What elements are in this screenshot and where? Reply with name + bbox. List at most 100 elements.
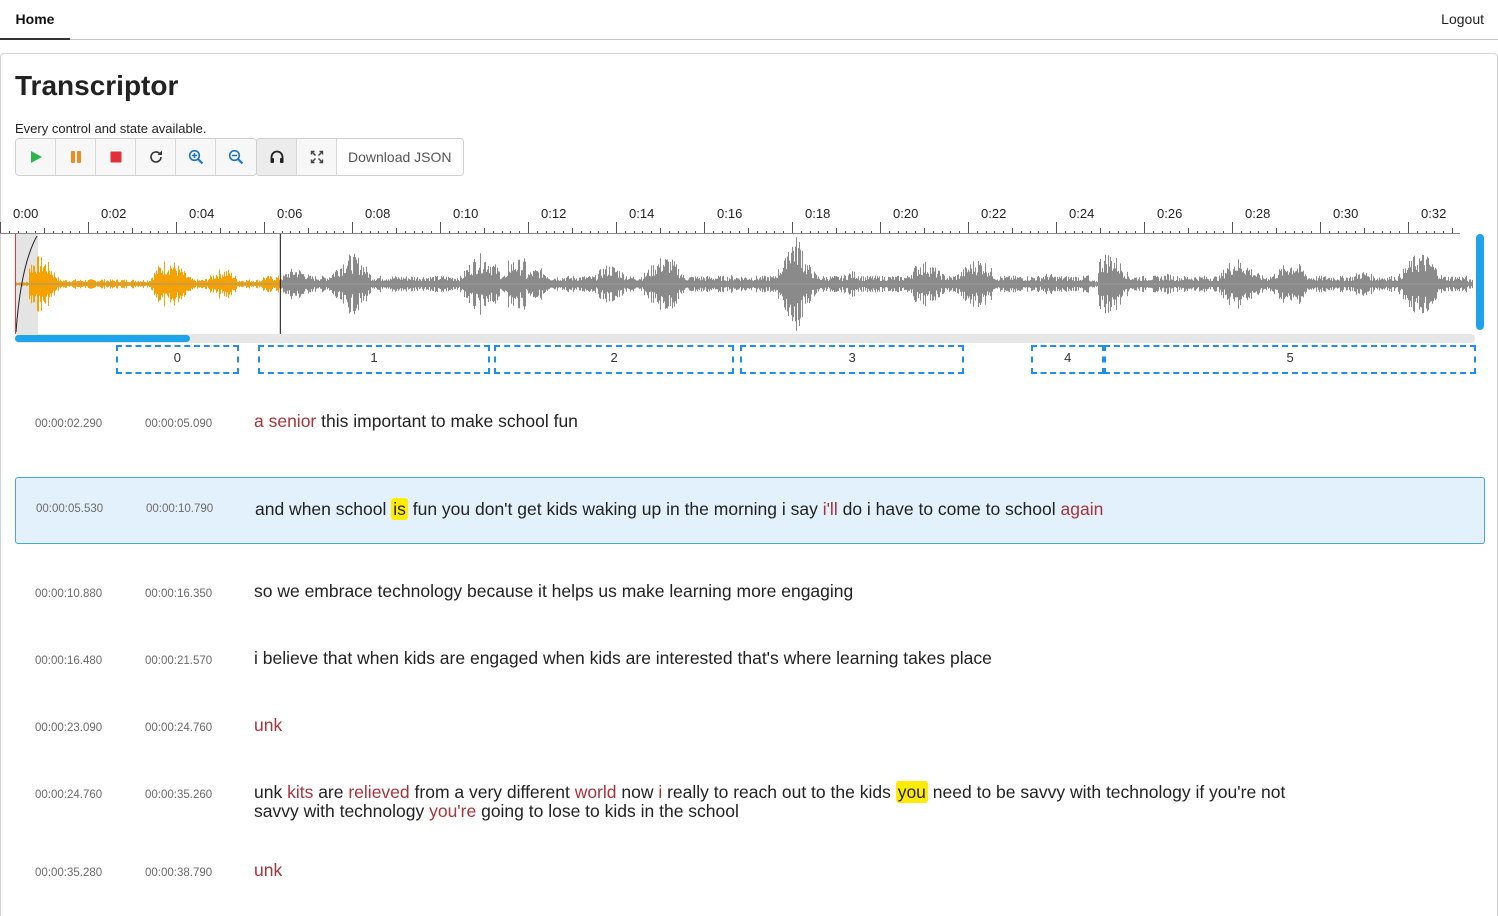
timeline-label: 0:04 — [189, 206, 215, 221]
word-text[interactable]: i believe that when kids are engaged whe… — [254, 648, 992, 668]
word-low-confidence[interactable]: kits — [287, 782, 313, 802]
timeline-label: 0:30 — [1333, 206, 1359, 221]
timeline-label: 0:26 — [1157, 206, 1183, 221]
transcript-row[interactable]: 00:00:16.480 00:00:21.570 i believe that w… — [15, 637, 1485, 681]
word-text[interactable]: really to reach out to the kids — [662, 782, 895, 802]
fullscreen-button[interactable] — [297, 139, 337, 175]
segment-end-time[interactable]: 00:00:21.570 — [145, 655, 212, 667]
playback-toolbar — [15, 138, 257, 176]
word-highlighted[interactable]: you — [895, 781, 928, 803]
segment-region[interactable]: 4 — [1030, 345, 1105, 374]
segment-end-time[interactable]: 00:00:38.790 — [145, 867, 212, 879]
nav-logout-link[interactable]: Logout — [1441, 0, 1484, 38]
transcript-row[interactable]: 00:00:10.880 00:00:16.350 so we embrace te… — [15, 570, 1485, 614]
word-text[interactable]: fun you don't get kids waking up in the … — [408, 499, 823, 519]
segment-text[interactable]: unk — [254, 861, 1329, 880]
fullscreen-icon — [310, 150, 323, 164]
waveform-vertical-scroll[interactable] — [1476, 234, 1484, 330]
transcript-row[interactable]: 00:00:23.090 00:00:24.760 unk — [15, 704, 1485, 748]
word-text[interactable]: and when school — [255, 499, 391, 519]
stop-icon — [110, 151, 121, 163]
word-low-confidence[interactable]: unk — [254, 860, 282, 880]
zoom-in-button[interactable] — [176, 139, 216, 175]
word-low-confidence[interactable]: world — [575, 782, 617, 802]
word-text[interactable]: do i have to come to school — [838, 499, 1061, 519]
segment-start-time[interactable]: 00:00:16.480 — [35, 655, 102, 667]
page-title: Transcriptor — [15, 70, 179, 101]
segment-end-time[interactable]: 00:00:05.090 — [145, 418, 212, 430]
word-low-confidence[interactable]: unk — [254, 715, 282, 735]
transcript-row-active[interactable]: 00:00:05.530 00:00:10.790 and when school … — [15, 477, 1485, 544]
transcript-row[interactable]: 00:00:35.280 00:00:38.790 unk — [15, 849, 1485, 893]
timeline-label: 0:22 — [981, 206, 1007, 221]
timeline-label: 0:24 — [1069, 206, 1095, 221]
headphones-button[interactable] — [257, 139, 297, 175]
segment-region[interactable]: 5 — [1104, 345, 1476, 374]
segment-start-time[interactable]: 00:00:10.880 — [35, 588, 102, 600]
word-highlighted[interactable]: is — [391, 498, 408, 520]
replay-button[interactable] — [136, 139, 176, 175]
word-text[interactable]: now — [617, 782, 659, 802]
waveform[interactable] — [15, 234, 1475, 334]
timeline-label: 0:10 — [453, 206, 479, 221]
word-low-confidence[interactable]: you're — [429, 801, 476, 821]
pause-button[interactable] — [56, 139, 96, 175]
word-low-confidence[interactable]: i'll — [823, 499, 838, 519]
transcript-row[interactable]: 00:00:02.290 00:00:05.090 a senior this im… — [15, 400, 1485, 444]
word-text[interactable]: this important to make school fun — [316, 411, 578, 431]
segment-text[interactable]: i believe that when kids are engaged whe… — [254, 649, 1329, 668]
timeline-label: 0:18 — [805, 206, 831, 221]
play-icon — [30, 151, 42, 163]
headphones-icon — [270, 150, 283, 163]
stop-button[interactable] — [96, 139, 136, 175]
segment-region[interactable]: 3 — [740, 345, 965, 374]
segment-text[interactable]: a senior this important to make school f… — [254, 412, 1329, 431]
segment-text[interactable]: unk kits are relieved from a very differ… — [254, 781, 1329, 821]
zoom-out-button[interactable] — [216, 139, 256, 175]
segment-region[interactable]: 1 — [258, 345, 490, 374]
segment-start-time[interactable]: 00:00:35.280 — [35, 867, 102, 879]
replay-icon — [149, 150, 162, 163]
word-low-confidence[interactable]: a senior — [254, 411, 316, 431]
play-button[interactable] — [16, 139, 56, 175]
segment-start-time[interactable]: 00:00:02.290 — [35, 418, 102, 430]
segment-end-time[interactable]: 00:00:10.790 — [146, 503, 213, 515]
timeline-label: 0:12 — [541, 206, 567, 221]
timeline-label: 0:14 — [629, 206, 655, 221]
word-text[interactable]: so we embrace technology because it help… — [254, 581, 853, 601]
segment-end-time[interactable]: 00:00:35.260 — [145, 789, 212, 801]
word-text[interactable]: unk — [254, 782, 287, 802]
nav-home-link[interactable]: Home — [0, 0, 70, 40]
word-low-confidence[interactable]: relieved — [348, 782, 409, 802]
segment-end-time[interactable]: 00:00:16.350 — [145, 588, 212, 600]
zoom-in-icon — [188, 149, 203, 165]
segment-start-time[interactable]: 00:00:23.090 — [35, 722, 102, 734]
timeline-label: 0:32 — [1421, 206, 1447, 221]
transcript-row[interactable]: 00:00:24.760 00:00:35.260 unk kits are rel… — [15, 771, 1485, 831]
timeline-label: 0:02 — [101, 206, 127, 221]
segment-end-time[interactable]: 00:00:24.760 — [145, 722, 212, 734]
segment-region[interactable]: 0 — [115, 345, 239, 374]
waveform-scroll-thumb[interactable] — [15, 335, 190, 342]
timeline-label: 0:08 — [365, 206, 391, 221]
timeline-label: 0:06 — [277, 206, 303, 221]
timeline-label: 0:00 — [13, 206, 39, 221]
timeline-label: 0:16 — [717, 206, 743, 221]
segment-text[interactable]: and when school is fun you don't get kid… — [255, 498, 1330, 520]
segment-start-time[interactable]: 00:00:05.530 — [36, 503, 103, 515]
tools-toolbar: Download JSON — [256, 138, 464, 176]
waveform-scrollbar[interactable] — [15, 334, 1475, 343]
segment-region[interactable]: 2 — [493, 345, 735, 374]
download-json-button[interactable]: Download JSON — [337, 139, 463, 175]
word-text[interactable]: going to lose to kids in the school — [476, 801, 739, 821]
word-text[interactable]: from a very different — [410, 782, 575, 802]
word-text[interactable]: are — [313, 782, 348, 802]
segment-text[interactable]: so we embrace technology because it help… — [254, 582, 1329, 601]
top-nav: Home Logout — [0, 0, 1498, 40]
word-low-confidence[interactable]: again — [1061, 499, 1104, 519]
waveform-canvas — [15, 234, 1475, 334]
zoom-out-icon — [228, 149, 244, 165]
pause-icon — [70, 151, 81, 163]
segment-text[interactable]: unk — [254, 716, 1329, 735]
segment-start-time[interactable]: 00:00:24.760 — [35, 789, 102, 801]
